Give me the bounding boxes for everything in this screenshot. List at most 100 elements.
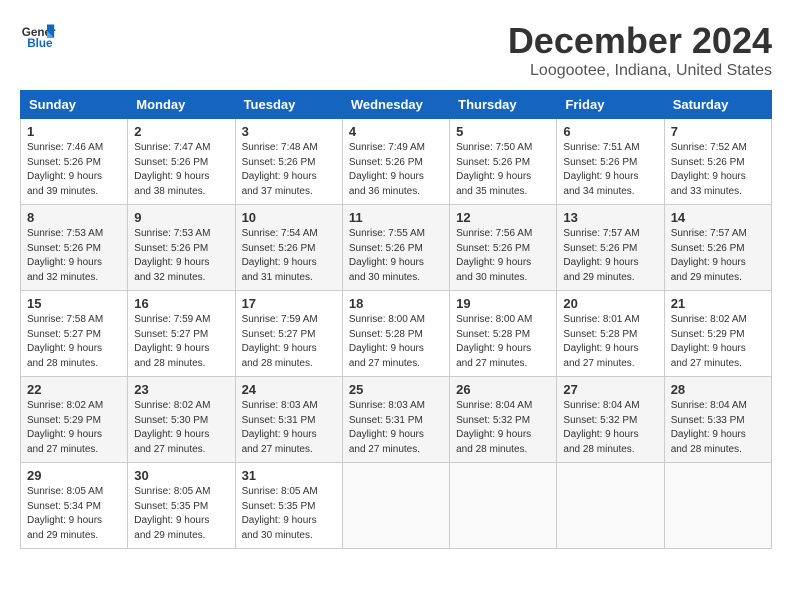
calendar-day: 14 Sunrise: 7:57 AM Sunset: 5:26 PM Dayli…: [664, 205, 771, 291]
day-header: Thursday: [450, 91, 557, 119]
calendar-day: [450, 463, 557, 549]
calendar-week: 1 Sunrise: 7:46 AM Sunset: 5:26 PM Daylig…: [21, 119, 772, 205]
day-number: 12: [456, 210, 550, 225]
calendar-day: 13 Sunrise: 7:57 AM Sunset: 5:26 PM Dayli…: [557, 205, 664, 291]
day-info: Sunrise: 7:53 AM Sunset: 5:26 PM Dayligh…: [27, 227, 121, 285]
day-number: 7: [671, 124, 765, 139]
day-number: 20: [563, 296, 657, 311]
calendar-day: [664, 463, 771, 549]
calendar-day: 18Sunrise: 8:00 AM Sunset: 5:28 PM Dayli…: [342, 291, 449, 377]
calendar-day: 6 Sunrise: 7:51 AM Sunset: 5:26 PM Daylig…: [557, 119, 664, 205]
day-number: 23: [134, 382, 228, 397]
day-info: Sunrise: 7:48 AM Sunset: 5:26 PM Dayligh…: [242, 141, 336, 199]
day-number: 24: [242, 382, 336, 397]
calendar-week: 29 Sunrise: 8:05 AM Sunset: 5:34 PM Dayli…: [21, 463, 772, 549]
calendar-day: 9Sunrise: 7:53 AM Sunset: 5:26 PM Daylig…: [128, 205, 235, 291]
svg-text:Blue: Blue: [27, 37, 53, 50]
day-number: 29: [27, 468, 121, 483]
day-header: Friday: [557, 91, 664, 119]
calendar-day: 25 Sunrise: 8:03 AM Sunset: 5:31 PM Dayli…: [342, 377, 449, 463]
day-info: Sunrise: 8:04 AM Sunset: 5:32 PM Dayligh…: [563, 399, 657, 457]
day-info: Sunrise: 7:57 AM Sunset: 5:26 PM Dayligh…: [671, 227, 765, 285]
day-number: 26: [456, 382, 550, 397]
day-info: Sunrise: 8:01 AM Sunset: 5:28 PM Dayligh…: [563, 313, 657, 371]
day-info: Sunrise: 7:59 AM Sunset: 5:27 PM Dayligh…: [242, 313, 336, 371]
calendar-table: SundayMondayTuesdayWednesdayThursdayFrid…: [20, 90, 772, 549]
calendar-day: [557, 463, 664, 549]
day-number: 19: [456, 296, 550, 311]
day-number: 25: [349, 382, 443, 397]
calendar-week: 15Sunrise: 7:58 AM Sunset: 5:27 PM Dayli…: [21, 291, 772, 377]
day-number: 13: [563, 210, 657, 225]
calendar-day: 2Sunrise: 7:47 AM Sunset: 5:26 PM Daylig…: [128, 119, 235, 205]
calendar-week: 22Sunrise: 8:02 AM Sunset: 5:29 PM Dayli…: [21, 377, 772, 463]
day-header: Wednesday: [342, 91, 449, 119]
day-info: Sunrise: 8:05 AM Sunset: 5:34 PM Dayligh…: [27, 485, 121, 543]
day-number: 28: [671, 382, 765, 397]
day-info: Sunrise: 7:56 AM Sunset: 5:26 PM Dayligh…: [456, 227, 550, 285]
day-number: 27: [563, 382, 657, 397]
calendar-day: 26 Sunrise: 8:04 AM Sunset: 5:32 PM Dayli…: [450, 377, 557, 463]
calendar-day: 17 Sunrise: 7:59 AM Sunset: 5:27 PM Dayli…: [235, 291, 342, 377]
day-number: 10: [242, 210, 336, 225]
month-title: December 2024: [508, 20, 772, 62]
day-info: Sunrise: 7:53 AM Sunset: 5:26 PM Dayligh…: [134, 227, 228, 285]
day-number: 21: [671, 296, 765, 311]
day-number: 30: [134, 468, 228, 483]
day-number: 11: [349, 210, 443, 225]
day-info: Sunrise: 8:02 AM Sunset: 5:30 PM Dayligh…: [134, 399, 228, 457]
calendar-day: 1 Sunrise: 7:46 AM Sunset: 5:26 PM Daylig…: [21, 119, 128, 205]
calendar-day: 10 Sunrise: 7:54 AM Sunset: 5:26 PM Dayli…: [235, 205, 342, 291]
day-number: 4: [349, 124, 443, 139]
day-info: Sunrise: 7:55 AM Sunset: 5:26 PM Dayligh…: [349, 227, 443, 285]
day-info: Sunrise: 8:02 AM Sunset: 5:29 PM Dayligh…: [671, 313, 765, 371]
day-info: Sunrise: 7:54 AM Sunset: 5:26 PM Dayligh…: [242, 227, 336, 285]
day-number: 15: [27, 296, 121, 311]
day-number: 5: [456, 124, 550, 139]
day-info: Sunrise: 7:57 AM Sunset: 5:26 PM Dayligh…: [563, 227, 657, 285]
calendar-day: 3Sunrise: 7:48 AM Sunset: 5:26 PM Daylig…: [235, 119, 342, 205]
day-number: 8: [27, 210, 121, 225]
calendar-day: 30 Sunrise: 8:05 AM Sunset: 5:35 PM Dayli…: [128, 463, 235, 549]
day-info: Sunrise: 8:04 AM Sunset: 5:32 PM Dayligh…: [456, 399, 550, 457]
calendar-day: 7 Sunrise: 7:52 AM Sunset: 5:26 PM Daylig…: [664, 119, 771, 205]
day-number: 14: [671, 210, 765, 225]
calendar-day: 31 Sunrise: 8:05 AM Sunset: 5:35 PM Dayli…: [235, 463, 342, 549]
day-number: 17: [242, 296, 336, 311]
day-info: Sunrise: 7:52 AM Sunset: 5:26 PM Dayligh…: [671, 141, 765, 199]
calendar-day: 23 Sunrise: 8:02 AM Sunset: 5:30 PM Dayli…: [128, 377, 235, 463]
calendar-body: 1 Sunrise: 7:46 AM Sunset: 5:26 PM Daylig…: [21, 119, 772, 549]
calendar-day: 4Sunrise: 7:49 AM Sunset: 5:26 PM Daylig…: [342, 119, 449, 205]
day-info: Sunrise: 7:59 AM Sunset: 5:27 PM Dayligh…: [134, 313, 228, 371]
day-number: 16: [134, 296, 228, 311]
calendar-day: 12 Sunrise: 7:56 AM Sunset: 5:26 PM Dayli…: [450, 205, 557, 291]
calendar-header: SundayMondayTuesdayWednesdayThursdayFrid…: [21, 91, 772, 119]
day-info: Sunrise: 8:02 AM Sunset: 5:29 PM Dayligh…: [27, 399, 121, 457]
day-info: Sunrise: 8:05 AM Sunset: 5:35 PM Dayligh…: [134, 485, 228, 543]
title-area: December 2024 Loogootee, Indiana, United…: [508, 20, 772, 80]
day-info: Sunrise: 8:03 AM Sunset: 5:31 PM Dayligh…: [349, 399, 443, 457]
calendar-day: 15Sunrise: 7:58 AM Sunset: 5:27 PM Dayli…: [21, 291, 128, 377]
day-info: Sunrise: 8:00 AM Sunset: 5:28 PM Dayligh…: [456, 313, 550, 371]
day-number: 6: [563, 124, 657, 139]
day-number: 1: [27, 124, 121, 139]
calendar-day: 5 Sunrise: 7:50 AM Sunset: 5:26 PM Daylig…: [450, 119, 557, 205]
calendar-week: 8 Sunrise: 7:53 AM Sunset: 5:26 PM Daylig…: [21, 205, 772, 291]
day-header: Saturday: [664, 91, 771, 119]
logo: General Blue: [20, 20, 56, 56]
day-info: Sunrise: 8:03 AM Sunset: 5:31 PM Dayligh…: [242, 399, 336, 457]
day-info: Sunrise: 8:05 AM Sunset: 5:35 PM Dayligh…: [242, 485, 336, 543]
day-info: Sunrise: 7:46 AM Sunset: 5:26 PM Dayligh…: [27, 141, 121, 199]
day-header: Monday: [128, 91, 235, 119]
calendar-day: 27 Sunrise: 8:04 AM Sunset: 5:32 PM Dayli…: [557, 377, 664, 463]
day-info: Sunrise: 7:51 AM Sunset: 5:26 PM Dayligh…: [563, 141, 657, 199]
calendar-day: [342, 463, 449, 549]
calendar-day: 16 Sunrise: 7:59 AM Sunset: 5:27 PM Dayli…: [128, 291, 235, 377]
day-info: Sunrise: 7:50 AM Sunset: 5:26 PM Dayligh…: [456, 141, 550, 199]
calendar-day: 8 Sunrise: 7:53 AM Sunset: 5:26 PM Daylig…: [21, 205, 128, 291]
day-info: Sunrise: 8:04 AM Sunset: 5:33 PM Dayligh…: [671, 399, 765, 457]
day-number: 18: [349, 296, 443, 311]
day-number: 31: [242, 468, 336, 483]
day-header: Tuesday: [235, 91, 342, 119]
calendar-day: 29 Sunrise: 8:05 AM Sunset: 5:34 PM Dayli…: [21, 463, 128, 549]
